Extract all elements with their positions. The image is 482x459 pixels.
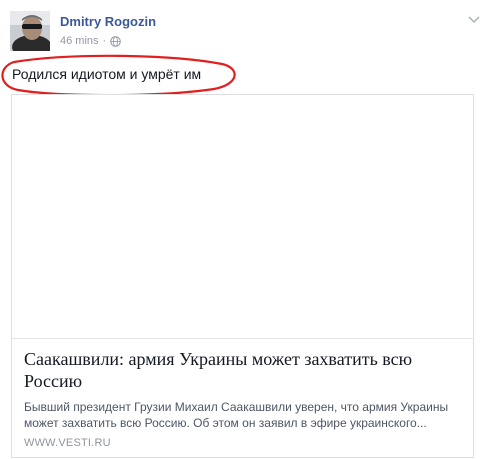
post-meta: 46 mins · <box>60 35 122 47</box>
chevron-down-icon[interactable] <box>468 12 480 24</box>
link-preview-image[interactable] <box>12 95 473 339</box>
link-title[interactable]: Саакашвили: армия Украины может захватит… <box>24 348 464 392</box>
globe-icon[interactable] <box>110 35 122 47</box>
post-timestamp[interactable]: 46 mins <box>60 35 99 47</box>
author-name-link[interactable]: Dmitry Rogozin <box>60 14 156 29</box>
link-domain: WWW.VESTI.RU <box>24 437 111 449</box>
post-text: Родился идиотом и умрёт им <box>12 66 202 82</box>
link-preview-card[interactable]: Саакашвили: армия Украины может захватит… <box>11 94 474 458</box>
link-description: Бывший президент Грузии Михаил Саакашвил… <box>24 400 449 430</box>
author-avatar[interactable] <box>10 11 50 51</box>
meta-separator: · <box>102 35 107 47</box>
